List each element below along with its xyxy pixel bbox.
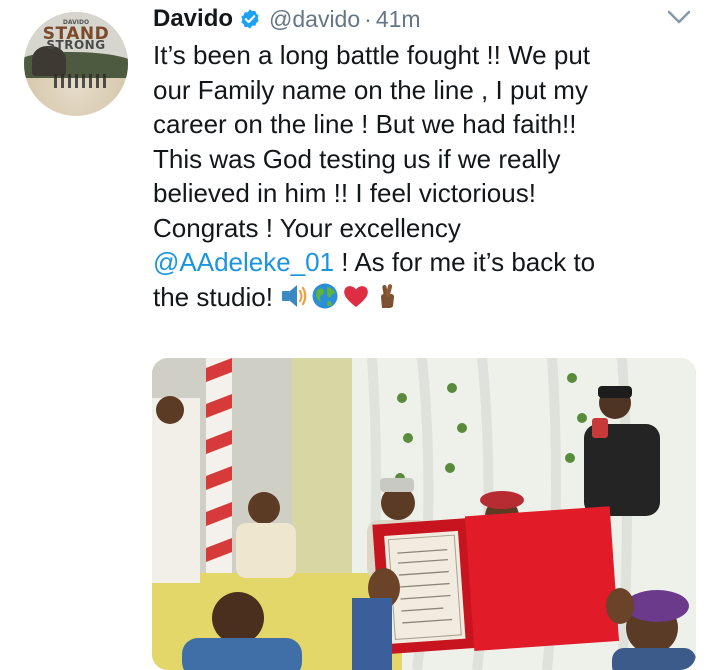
user-handle[interactable]: @davido — [269, 6, 360, 33]
tweet-line-rest: ! As for me it’s back to — [334, 247, 596, 277]
avatar[interactable]: DAVIDO STAND STRONG — [24, 12, 128, 116]
speaker-emoji-icon — [282, 284, 307, 307]
tweet-line-text: the studio! — [153, 281, 281, 312]
display-name[interactable]: Davido — [153, 5, 233, 33]
separator-dot: · — [364, 5, 372, 32]
tweet-line-mention: @AAdeleke_01 ! As for me it’s back to — [153, 245, 713, 280]
tweet-line: This was God testing us if we really — [153, 143, 561, 174]
avatar-figures — [54, 74, 106, 88]
photo-scene — [152, 358, 696, 670]
verified-badge-icon — [241, 9, 259, 29]
tweet-header: Davido @davido · 41m — [153, 4, 421, 34]
tweet-line-last: the studio! — [153, 280, 713, 315]
tweet-media-photo[interactable] — [152, 358, 696, 670]
tweet-line: believed in him !! I feel victorious! — [153, 178, 536, 208]
red-heart-emoji-icon — [344, 285, 369, 307]
globe-emoji-icon — [312, 283, 338, 308]
crossed-fingers-emoji-icon — [381, 283, 395, 308]
tweet-line: Congrats ! Your excellency — [153, 212, 461, 243]
tweet-line: our Family name on the line , I put my — [153, 74, 588, 105]
avatar-title-line2: STRONG — [46, 38, 106, 52]
tweet-line: It’s been a long battle fought !! We put — [153, 40, 591, 70]
chevron-down-icon[interactable] — [664, 6, 694, 28]
tweet-text: It’s been a long battle fought !! We put… — [153, 38, 713, 314]
tweet-line: career on the line ! But we had faith!! — [153, 109, 577, 139]
mention-link[interactable]: @AAdeleke_01 — [153, 247, 334, 277]
timestamp[interactable]: 41m — [376, 6, 421, 33]
